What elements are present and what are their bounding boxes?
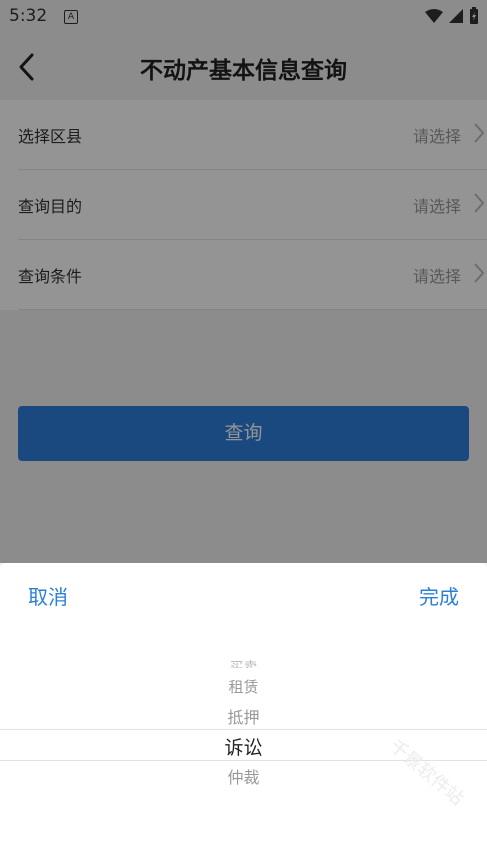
picker-option[interactable]: 买卖 bbox=[0, 656, 487, 668]
cancel-button[interactable]: 取消 bbox=[28, 581, 68, 610]
modal-overlay[interactable] bbox=[0, 0, 487, 563]
picker-option[interactable]: 抵押 bbox=[0, 704, 487, 728]
done-button[interactable]: 完成 bbox=[419, 581, 459, 610]
selection-top-line bbox=[0, 729, 487, 730]
picker-sheet: 取消 完成 买卖 租赁 抵押 诉讼 仲裁 bbox=[0, 563, 487, 867]
picker-option[interactable]: 租赁 bbox=[0, 676, 487, 697]
